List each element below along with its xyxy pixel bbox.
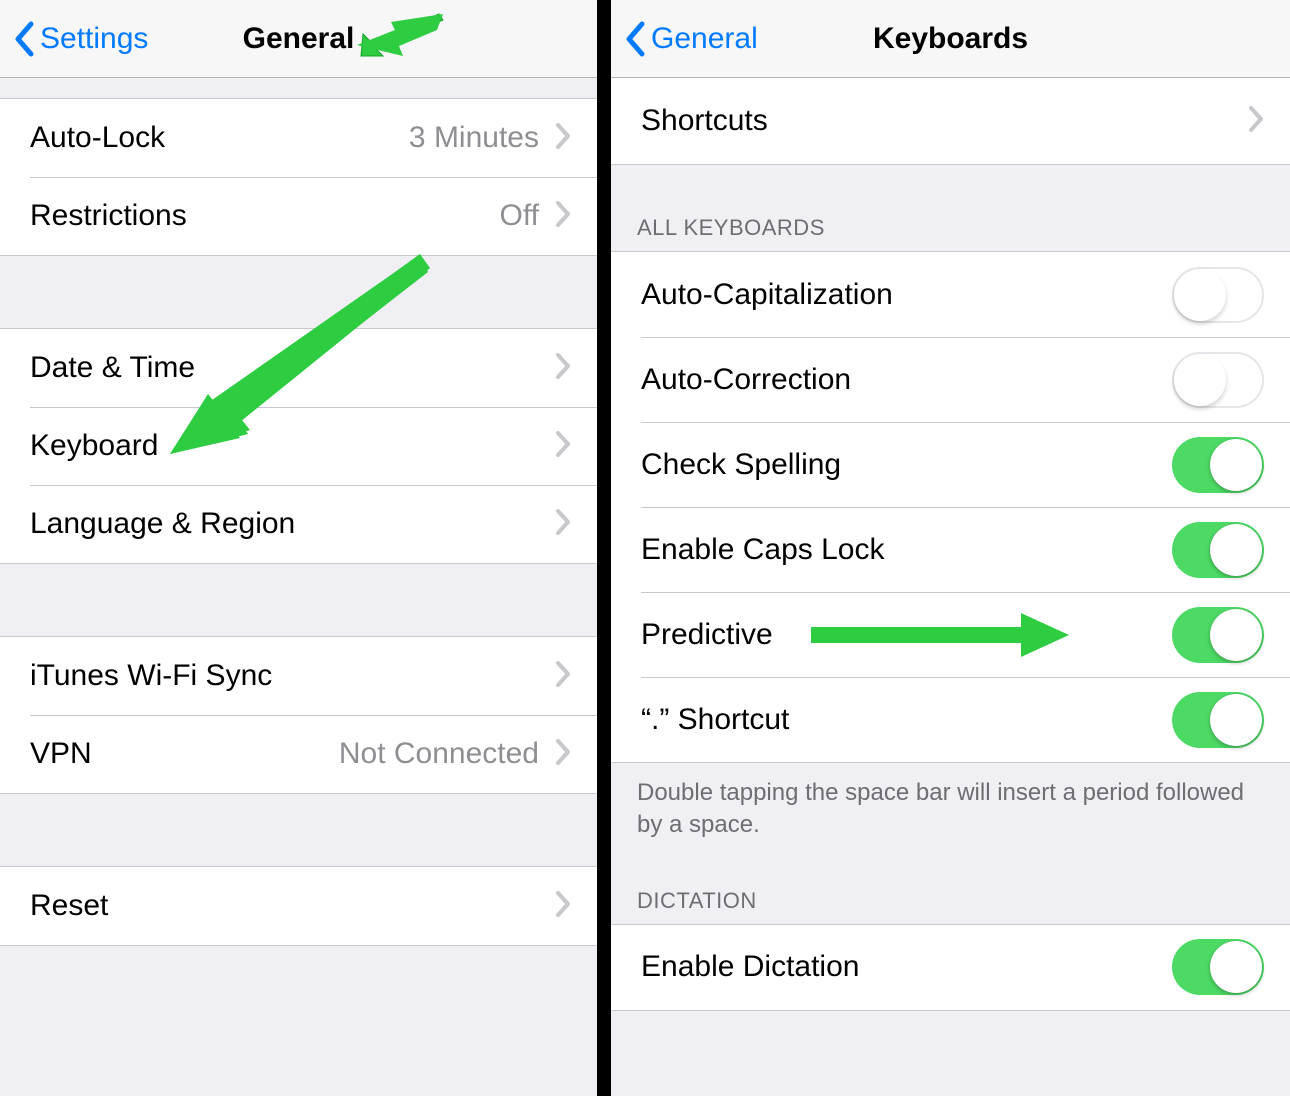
chevron-right-icon — [1248, 105, 1264, 138]
cell-date-time[interactable]: Date & Time — [0, 329, 597, 407]
cell-vpn[interactable]: VPN Not Connected — [0, 715, 597, 793]
chevron-right-icon — [555, 660, 571, 693]
cell-keyboard[interactable]: Keyboard — [0, 407, 597, 485]
toggle-switch[interactable] — [1172, 522, 1264, 578]
back-button-settings[interactable]: Settings — [14, 21, 148, 57]
section-footer: Double tapping the space bar will insert… — [611, 763, 1290, 852]
cell-restrictions[interactable]: Restrictions Off — [0, 177, 597, 255]
chevron-right-icon — [555, 122, 571, 155]
toggle-switch[interactable] — [1172, 607, 1264, 663]
chevron-right-icon — [555, 200, 571, 233]
screen-divider — [597, 0, 611, 1096]
cell-period-shortcut[interactable]: “.” Shortcut — [611, 677, 1290, 762]
cell-label: Reset — [30, 889, 555, 923]
section-header-dictation: DICTATION — [611, 852, 1290, 924]
cell-enable-dictation[interactable]: Enable Dictation — [611, 925, 1290, 1010]
navbar-general: Settings General — [0, 0, 597, 78]
cell-enable-caps-lock[interactable]: Enable Caps Lock — [611, 507, 1290, 592]
cell-detail: Off — [500, 199, 539, 233]
cell-auto-correction[interactable]: Auto-Correction — [611, 337, 1290, 422]
cell-itunes-wifi-sync[interactable]: iTunes Wi-Fi Sync — [0, 637, 597, 715]
chevron-left-icon — [14, 21, 34, 57]
cell-detail: Not Connected — [339, 737, 539, 771]
cell-check-spelling[interactable]: Check Spelling — [611, 422, 1290, 507]
cell-label: Shortcuts — [641, 104, 1248, 138]
cell-label: Enable Caps Lock — [641, 533, 1172, 567]
cell-auto-lock[interactable]: Auto-Lock 3 Minutes — [0, 99, 597, 177]
cell-auto-capitalization[interactable]: Auto-Capitalization — [611, 252, 1290, 337]
section-header-all-keyboards: ALL KEYBOARDS — [611, 165, 1290, 251]
cell-label: Auto-Lock — [30, 121, 409, 155]
cell-label: “.” Shortcut — [641, 703, 1172, 737]
cell-label: Enable Dictation — [641, 950, 1172, 984]
cell-language-region[interactable]: Language & Region — [0, 485, 597, 563]
cell-label: Restrictions — [30, 199, 500, 233]
cell-detail: 3 Minutes — [409, 121, 539, 155]
spacer — [0, 794, 597, 866]
spacer — [0, 256, 597, 328]
toggle-switch[interactable] — [1172, 267, 1264, 323]
chevron-right-icon — [555, 430, 571, 463]
cell-label: iTunes Wi-Fi Sync — [30, 659, 555, 693]
cell-label: Check Spelling — [641, 448, 1172, 482]
group-itunes-vpn: iTunes Wi-Fi Sync VPN Not Connected — [0, 636, 597, 794]
cell-label: Predictive — [641, 618, 1172, 652]
toggle-switch[interactable] — [1172, 692, 1264, 748]
page-title: Keyboards — [873, 22, 1028, 56]
group-date-keyboard: Date & Time Keyboard Language & Region — [0, 328, 597, 564]
group-shortcuts: Shortcuts — [611, 78, 1290, 165]
cell-label: VPN — [30, 737, 339, 771]
page-title: General — [243, 22, 355, 56]
group-reset: Reset — [0, 866, 597, 946]
cell-label: Keyboard — [30, 429, 555, 463]
toggle-switch[interactable] — [1172, 437, 1264, 493]
cell-label: Date & Time — [30, 351, 555, 385]
screen-keyboards: General Keyboards Shortcuts ALL KEYBOARD… — [611, 0, 1290, 1096]
cell-predictive[interactable]: Predictive — [611, 592, 1290, 677]
group-auto-lock: Auto-Lock 3 Minutes Restrictions Off — [0, 98, 597, 256]
cell-shortcuts[interactable]: Shortcuts — [611, 78, 1290, 164]
toggle-switch[interactable] — [1172, 352, 1264, 408]
group-all-keyboards: Auto-Capitalization Auto-Correction Chec… — [611, 251, 1290, 763]
cell-reset[interactable]: Reset — [0, 867, 597, 945]
back-button-general[interactable]: General — [625, 21, 758, 57]
spacer — [0, 78, 597, 98]
navbar-keyboards: General Keyboards — [611, 0, 1290, 78]
back-label: Settings — [40, 22, 148, 56]
cell-label: Auto-Correction — [641, 363, 1172, 397]
toggle-switch[interactable] — [1172, 939, 1264, 995]
spacer — [0, 564, 597, 636]
back-label: General — [651, 22, 758, 56]
chevron-right-icon — [555, 890, 571, 923]
chevron-right-icon — [555, 352, 571, 385]
group-dictation: Enable Dictation — [611, 924, 1290, 1011]
cell-label: Auto-Capitalization — [641, 278, 1172, 312]
screen-general: Settings General Auto-Lock 3 Minutes Res… — [0, 0, 597, 1096]
chevron-right-icon — [555, 508, 571, 541]
chevron-left-icon — [625, 21, 645, 57]
chevron-right-icon — [555, 738, 571, 771]
cell-label: Language & Region — [30, 507, 555, 541]
